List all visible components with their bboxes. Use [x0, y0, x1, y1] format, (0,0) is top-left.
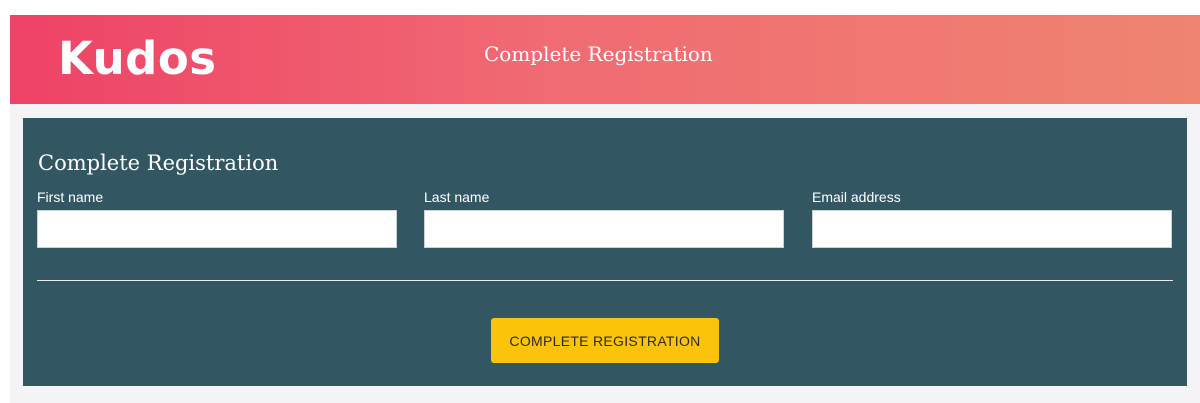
last-name-input[interactable]: [424, 210, 784, 248]
form-title: Complete Registration: [38, 151, 279, 175]
complete-registration-button[interactable]: COMPLETE REGISTRATION: [491, 318, 719, 363]
email-input[interactable]: [812, 210, 1172, 248]
page: Kudos Complete Registration Complete Reg…: [0, 0, 1200, 403]
registration-panel: Complete Registration First name Last na…: [23, 118, 1187, 386]
email-field-group: Email address: [812, 189, 1172, 248]
first-name-input[interactable]: [37, 210, 397, 248]
site-header: Kudos Complete Registration: [10, 15, 1200, 104]
top-spacer: [0, 0, 1200, 15]
email-label: Email address: [812, 189, 901, 205]
form-divider: [37, 280, 1173, 281]
last-name-label: Last name: [424, 189, 490, 205]
last-name-field-group: Last name: [424, 189, 784, 248]
header-title: Complete Registration: [484, 42, 713, 66]
first-name-label: First name: [37, 189, 104, 205]
first-name-field-group: First name: [37, 189, 397, 248]
kudos-logo[interactable]: Kudos: [58, 29, 217, 89]
